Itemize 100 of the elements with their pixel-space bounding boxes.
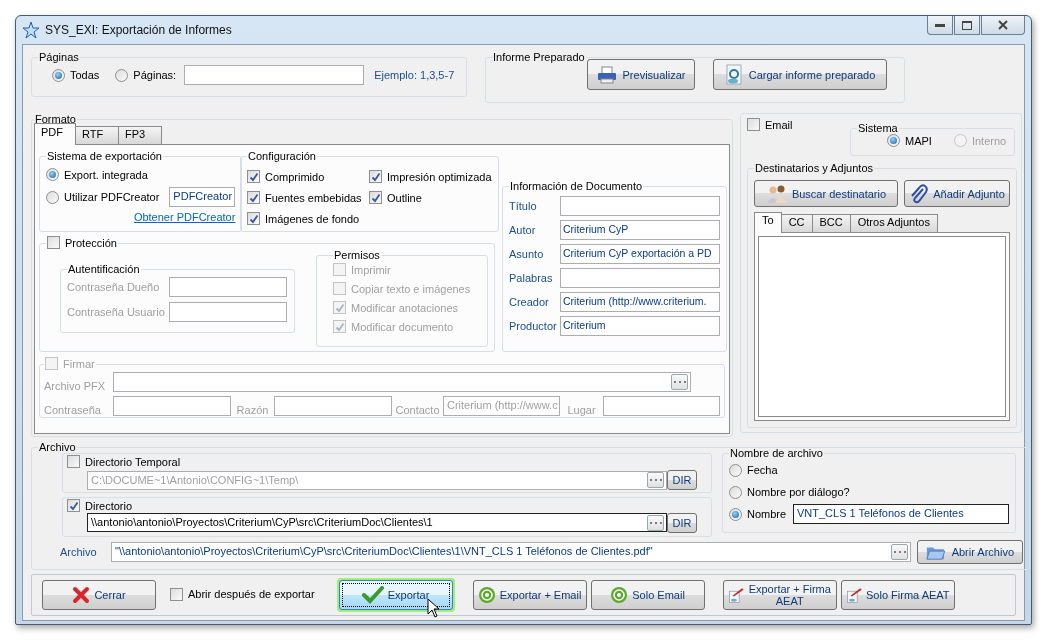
radio-button[interactable] bbox=[729, 485, 742, 499]
reason-field[interactable] bbox=[274, 396, 392, 416]
field-label: Archivo bbox=[60, 546, 98, 558]
browse-button[interactable] bbox=[647, 472, 664, 488]
path-field[interactable]: \\antonio\antonio\Proyectos\Criterium\CyP\src\CriteriumDoc\Clientes\1 bbox=[87, 513, 667, 532]
document-icon bbox=[724, 63, 743, 86]
checkbox-label[interactable]: Directorio Temporal bbox=[85, 455, 181, 468]
radio-label[interactable]: Páginas: bbox=[133, 69, 177, 81]
minimize-icon bbox=[935, 23, 945, 27]
radio-button[interactable] bbox=[729, 507, 742, 521]
tab[interactable]: FP3 bbox=[118, 126, 162, 144]
password-field[interactable] bbox=[169, 302, 287, 322]
checkbox-label[interactable]: Protección bbox=[65, 236, 117, 249]
radio-button[interactable] bbox=[52, 68, 65, 82]
checkbox-label[interactable]: Fuentes embebidas bbox=[265, 191, 362, 204]
password-field[interactable] bbox=[113, 396, 231, 416]
minimize-button[interactable] bbox=[927, 16, 953, 35]
checkmark-icon bbox=[248, 192, 259, 203]
checkbox[interactable] bbox=[47, 236, 60, 249]
checkbox[interactable] bbox=[333, 263, 346, 276]
radio-button[interactable] bbox=[46, 190, 59, 204]
action-button[interactable]: Exportar bbox=[338, 580, 453, 610]
field-label: Lugar bbox=[566, 404, 597, 416]
checkbox-label[interactable]: Comprimido bbox=[265, 170, 325, 183]
field-label: Creador bbox=[509, 296, 550, 308]
file-field[interactable] bbox=[113, 372, 691, 392]
radio-label[interactable]: Nombre por diálogo? bbox=[747, 486, 850, 498]
text-field[interactable]: Criterium CyP bbox=[560, 220, 720, 240]
checkbox[interactable] bbox=[247, 212, 260, 225]
radio-label[interactable]: Todas bbox=[70, 69, 100, 81]
radio-label[interactable]: Nombre bbox=[747, 508, 787, 520]
close-button[interactable] bbox=[981, 16, 1025, 35]
tab[interactable]: BCC bbox=[811, 214, 851, 232]
toolbar-button[interactable]: Añadir Adjunto bbox=[904, 180, 1010, 207]
checkbox[interactable] bbox=[747, 118, 760, 131]
checkbox[interactable] bbox=[369, 170, 382, 183]
tab[interactable]: PDF bbox=[34, 123, 76, 145]
tab[interactable]: Otros Adjuntos bbox=[849, 214, 938, 232]
action-button[interactable]: Exportar + Firma AEAT bbox=[722, 580, 837, 610]
checkbox[interactable] bbox=[67, 499, 80, 512]
checkbox[interactable] bbox=[333, 301, 346, 314]
checkbox-label[interactable]: Abrir después de exportar bbox=[188, 588, 315, 600]
radio-button[interactable] bbox=[46, 168, 59, 181]
tab[interactable]: To bbox=[754, 212, 782, 233]
field-label: Contraseña Usuario bbox=[67, 306, 166, 318]
checkbox-label[interactable]: Impresión optimizada bbox=[387, 170, 492, 183]
tab[interactable]: RTF bbox=[75, 126, 119, 144]
open-file-button[interactable]: Abrir Archivo bbox=[917, 540, 1023, 564]
pages-field[interactable] bbox=[184, 65, 365, 85]
text-field[interactable]: Criterium bbox=[560, 316, 720, 336]
radio-label[interactable]: Utilizar PDFCreator bbox=[64, 191, 160, 203]
text-field[interactable] bbox=[560, 196, 720, 216]
checkbox[interactable] bbox=[333, 320, 346, 333]
file-path-field[interactable]: "\\antonio\antonio\Proyectos\Criterium\CyP\src\CriteriumDoc\Clientes\1\VNT_CLS 1 Teléfonos de Clientes.pdf" bbox=[111, 542, 911, 562]
dir-button[interactable]: DIR bbox=[667, 512, 697, 533]
group-title: Informe Preparado bbox=[492, 51, 586, 63]
radio-label[interactable]: MAPI bbox=[905, 134, 932, 147]
place-field[interactable] bbox=[603, 396, 720, 416]
action-button[interactable]: Solo Firma AEAT bbox=[840, 580, 955, 610]
tab[interactable]: CC bbox=[780, 214, 813, 232]
action-button[interactable]: Cerrar bbox=[42, 580, 156, 610]
text-field[interactable]: Criterium CyP exportación a PD bbox=[560, 244, 720, 264]
toolbar-button[interactable]: Previsualizar bbox=[587, 59, 695, 90]
checkbox-label[interactable]: Imágenes de fondo bbox=[265, 212, 360, 225]
text-field[interactable] bbox=[560, 268, 720, 288]
browse-button[interactable] bbox=[891, 544, 908, 560]
checkbox-label[interactable]: Directorio bbox=[85, 499, 133, 512]
checkbox[interactable] bbox=[67, 455, 80, 468]
download-link[interactable]: Obtener PDFCreator bbox=[133, 211, 236, 223]
text-field[interactable]: Criterium (http://www.criterium. bbox=[560, 292, 720, 312]
field-label: Archivo PFX bbox=[44, 380, 107, 392]
star-icon bbox=[22, 21, 40, 39]
field-label: Contacto bbox=[394, 404, 441, 416]
checkmark-icon bbox=[361, 586, 384, 604]
password-field[interactable] bbox=[169, 277, 287, 297]
action-button[interactable]: Solo Email bbox=[590, 580, 705, 610]
checkbox-label[interactable]: Email bbox=[765, 118, 793, 131]
checkbox[interactable] bbox=[170, 587, 183, 601]
radio-label[interactable]: Fecha bbox=[747, 464, 778, 476]
radio-button[interactable] bbox=[887, 134, 900, 147]
checkbox[interactable] bbox=[247, 170, 260, 183]
checkmark-icon bbox=[248, 213, 259, 224]
printer-field[interactable]: PDFCreator bbox=[169, 187, 236, 207]
action-button[interactable]: Exportar + Email bbox=[472, 580, 587, 610]
radio-button[interactable] bbox=[729, 463, 742, 477]
toolbar-button[interactable]: Cargar informe preparado bbox=[713, 59, 887, 90]
radio-button[interactable] bbox=[115, 68, 129, 82]
example-text: Ejemplo: 1,3,5-7 bbox=[374, 69, 455, 81]
checkbox-label[interactable]: Outline bbox=[387, 191, 422, 204]
radio-label[interactable]: Export. integrada bbox=[64, 168, 148, 181]
checkbox[interactable] bbox=[333, 282, 346, 295]
dir-button[interactable]: DIR bbox=[667, 470, 697, 490]
checkbox[interactable] bbox=[247, 191, 260, 204]
maximize-button[interactable] bbox=[954, 16, 980, 35]
toolbar-button[interactable]: Buscar destinatario bbox=[754, 180, 898, 207]
checkbox[interactable] bbox=[369, 191, 382, 204]
group-title: Configuración bbox=[247, 150, 317, 162]
close-icon bbox=[998, 20, 1008, 30]
name-field[interactable]: VNT_CLS 1 Teléfonos de Clientes bbox=[793, 504, 1009, 524]
browse-button[interactable] bbox=[671, 374, 688, 390]
